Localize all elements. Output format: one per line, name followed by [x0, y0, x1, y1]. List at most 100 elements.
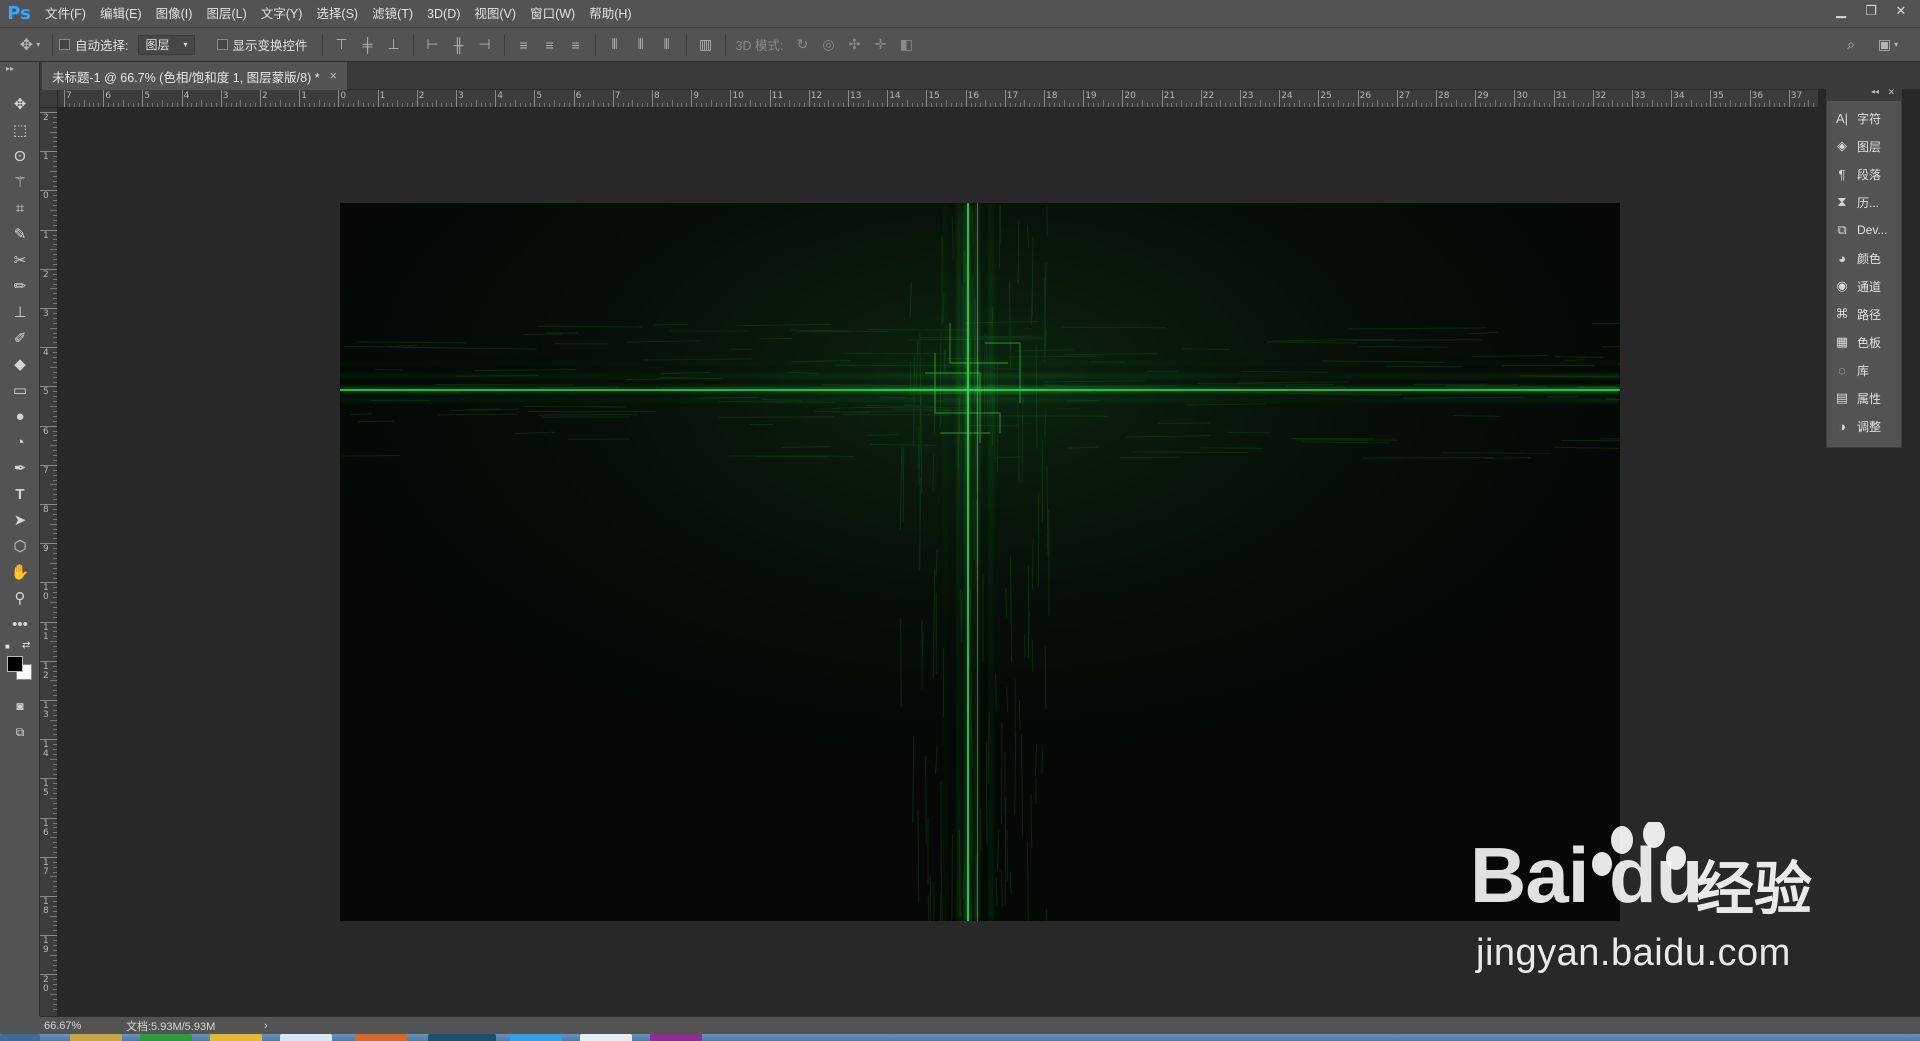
close-icon[interactable]: ✕	[1888, 0, 1914, 22]
status-menu-arrow-icon[interactable]: ›	[264, 1020, 268, 1032]
clone-stamp-tool-icon[interactable]: ⊥	[0, 300, 40, 324]
workspace-switcher-icon[interactable]: ▣ ▾	[1870, 32, 1906, 58]
document-tab[interactable]: 未标题-1 @ 66.7% (色相/饱和度 1, 图层蒙版/8) * ×	[42, 62, 347, 90]
zoom-level[interactable]: 66.67%	[44, 1020, 81, 1032]
menu-item[interactable]: 文字(Y)	[254, 0, 310, 28]
panel-item[interactable]: ◌ 库	[1833, 357, 1899, 383]
taskbar-app-orange[interactable]	[355, 1034, 407, 1041]
shape-tool-icon[interactable]: ⬡	[0, 534, 40, 558]
panel-item[interactable]: A| 字符	[1833, 105, 1899, 131]
eraser-tool-icon[interactable]: ◆	[0, 352, 40, 376]
pen-tool-icon[interactable]: ✒	[0, 456, 40, 480]
history-brush-tool-icon[interactable]: ✐	[0, 326, 40, 350]
zoom-tool-icon[interactable]: ⚲	[0, 586, 40, 610]
foreground-color-swatch[interactable]	[7, 656, 23, 672]
show-transform-option[interactable]: 显示变换控件	[216, 28, 308, 62]
start-button[interactable]	[0, 1034, 40, 1041]
distribute-right-icon[interactable]: ⦀	[654, 32, 680, 58]
taskbar-app-photoshop[interactable]	[428, 1034, 496, 1041]
gradient-tool-icon[interactable]: ▭	[0, 378, 40, 402]
panel-item[interactable]: ▤ 属性	[1833, 385, 1899, 411]
marquee-tool-icon[interactable]: ⬚	[0, 118, 40, 142]
hand-tool-icon[interactable]: ✋	[0, 560, 40, 584]
expand-panels-icon[interactable]: ◂◂	[1871, 87, 1879, 96]
3d-scale-icon[interactable]: ◧	[893, 32, 919, 58]
screen-mode-icon[interactable]: ⧉	[0, 720, 40, 744]
panel-item[interactable]: ▦ 色板	[1833, 329, 1899, 355]
distribute-left-icon[interactable]: ⦀	[602, 32, 628, 58]
distribute-top-icon[interactable]: ≡	[511, 32, 537, 58]
path-selection-tool-icon[interactable]: ➤	[0, 508, 40, 532]
close-panels-icon[interactable]: ✕	[1887, 87, 1895, 98]
taskbar-app-window[interactable]	[280, 1034, 332, 1041]
3d-pan-icon[interactable]: ✣	[841, 32, 867, 58]
align-right-edges-icon[interactable]: ⊣	[472, 32, 498, 58]
taskbar-app-green[interactable]	[140, 1034, 192, 1041]
distribute-vertical-centers-icon[interactable]: ≡	[537, 32, 563, 58]
align-vertical-centers-icon[interactable]: ╪	[355, 32, 381, 58]
3d-roll-icon[interactable]: ◎	[815, 32, 841, 58]
close-tab-icon[interactable]: ×	[330, 69, 337, 83]
horizontal-ruler[interactable]: 7 6 5 4 3 2 1 0 1 2 3 4 5 6 7 8 9 10 11 12 13 14 15 16 17 18 19 20 2…	[58, 90, 1818, 108]
blur-tool-icon[interactable]: ●	[0, 404, 40, 428]
panel-item[interactable]: ⧉ Dev...	[1833, 217, 1899, 243]
auto-align-layers-icon[interactable]: ▥	[693, 32, 719, 58]
menu-item[interactable]: 帮助(H)	[582, 0, 638, 28]
menu-item[interactable]: 编辑(E)	[93, 0, 149, 28]
panel-item[interactable]: ⧗ 历...	[1833, 189, 1899, 215]
panel-item[interactable]: ◑ 调整	[1833, 413, 1899, 439]
taskbar-app-purple[interactable]	[650, 1034, 702, 1041]
panel-item[interactable]: ◉ 通道	[1833, 273, 1899, 299]
menu-item[interactable]: 图像(I)	[149, 0, 200, 28]
taskbar-app-yellow[interactable]	[210, 1034, 262, 1041]
align-bottom-edges-icon[interactable]: ⊥	[381, 32, 407, 58]
menu-item[interactable]: 3D(D)	[420, 0, 467, 28]
menu-item[interactable]: 图层(L)	[199, 0, 253, 28]
magic-wand-tool-icon[interactable]: ⚚	[0, 170, 40, 194]
taskbar-app-white[interactable]	[580, 1034, 632, 1041]
auto-select-dropdown[interactable]: 图层 ▾	[138, 34, 195, 55]
menu-item[interactable]: 文件(F)	[38, 0, 93, 28]
search-icon[interactable]: ⌕	[1838, 32, 1864, 58]
panel-item[interactable]: ¶ 段落	[1833, 161, 1899, 187]
menu-item[interactable]: 视图(V)	[467, 0, 523, 28]
distribute-bottom-icon[interactable]: ≡	[563, 32, 589, 58]
taskbar-app-blue[interactable]	[510, 1034, 562, 1041]
dodge-tool-icon[interactable]: ◔	[0, 430, 40, 454]
auto-select-checkbox[interactable]	[59, 39, 70, 50]
menu-item[interactable]: 窗口(W)	[523, 0, 582, 28]
more-tools-icon[interactable]: •••	[0, 612, 40, 636]
distribute-horizontal-centers-icon[interactable]: ⦀	[628, 32, 654, 58]
crop-tool-icon[interactable]: ⌗	[0, 196, 40, 220]
align-horizontal-centers-icon[interactable]: ╫	[446, 32, 472, 58]
restore-icon[interactable]: ❐	[1858, 0, 1884, 22]
move-tool-icon[interactable]: ✥	[0, 92, 40, 116]
taskbar-app-explorer[interactable]	[70, 1034, 122, 1041]
ruler-origin[interactable]	[40, 90, 58, 108]
align-left-edges-icon[interactable]: ⊢	[420, 32, 446, 58]
menu-item[interactable]: 滤镜(T)	[365, 0, 420, 28]
quick-mask-icon[interactable]: ◙	[0, 694, 40, 718]
panel-item[interactable]: ◕ 颜色	[1833, 245, 1899, 271]
auto-select-option[interactable]: 自动选择:	[59, 28, 128, 62]
3d-rotate-icon[interactable]: ↻	[789, 32, 815, 58]
eyedropper-tool-icon[interactable]: ✎	[0, 222, 40, 246]
panel-item[interactable]: ⌘ 路径	[1833, 301, 1899, 327]
default-colors-icon[interactable]: ■	[5, 642, 10, 651]
type-tool-icon[interactable]: T	[0, 482, 40, 506]
align-top-edges-icon[interactable]: ⊤	[329, 32, 355, 58]
move-tool-icon[interactable]: ✥ ▾	[14, 32, 46, 58]
collapse-toolbar-icon[interactable]: ▸▸	[6, 64, 14, 73]
document-workspace[interactable]	[58, 108, 1818, 1016]
healing-brush-tool-icon[interactable]: ✂	[0, 248, 40, 272]
show-transform-checkbox[interactable]	[216, 39, 228, 50]
minimize-icon[interactable]: ▁	[1828, 0, 1854, 22]
swap-colors-icon[interactable]: ⇄	[22, 640, 30, 651]
brush-tool-icon[interactable]: ✏	[0, 274, 40, 298]
image-canvas[interactable]	[340, 203, 1620, 921]
lasso-tool-icon[interactable]: ʘ	[0, 144, 40, 168]
panel-item[interactable]: ◈ 图层	[1833, 133, 1899, 159]
vertical-ruler[interactable]: 2 1 0 1 2 3 4 5 6 7 8 9 10 11 12 13 14 15 16 17 18 19 20	[40, 108, 58, 1016]
menu-item[interactable]: 选择(S)	[309, 0, 365, 28]
3d-slide-icon[interactable]: ✛	[867, 32, 893, 58]
